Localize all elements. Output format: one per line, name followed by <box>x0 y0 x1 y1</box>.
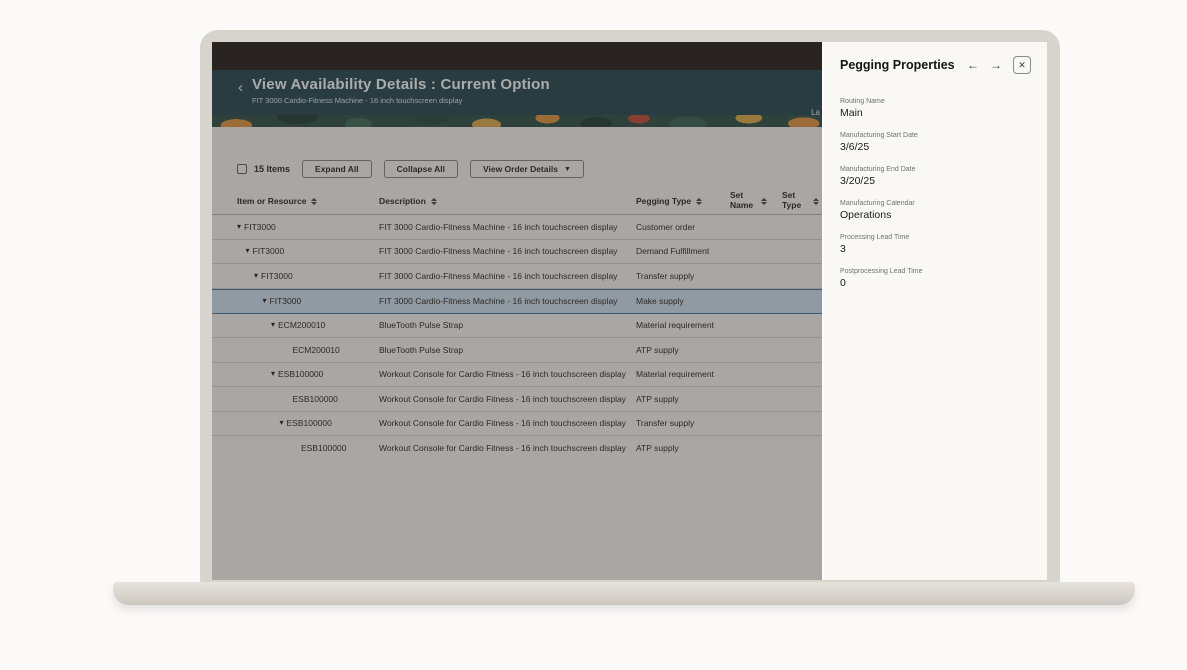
panel-field: Postprocessing Lead Time 0 <box>840 268 1031 289</box>
panel-nav: ← → ✕ <box>967 56 1031 74</box>
panel-field: Manufacturing Calendar Operations <box>840 200 1031 221</box>
panel-title: Pegging Properties <box>840 58 967 72</box>
field-value: Main <box>840 107 1031 119</box>
laptop-base <box>113 582 1135 605</box>
field-value: 3/20/25 <box>840 175 1031 187</box>
next-record-arrow-icon[interactable]: → <box>990 58 1002 72</box>
modal-dim-overlay <box>212 42 822 580</box>
panel-field: Manufacturing End Date 3/20/25 <box>840 166 1031 187</box>
field-value: 3/6/25 <box>840 141 1031 153</box>
panel-header: Pegging Properties ← → ✕ <box>840 56 1031 74</box>
field-label: Manufacturing Start Date <box>840 132 1031 139</box>
panel-close-button[interactable]: ✕ <box>1013 56 1031 74</box>
panel-field: Processing Lead Time 3 <box>840 234 1031 255</box>
close-icon: ✕ <box>1018 60 1026 71</box>
field-label: Manufacturing Calendar <box>840 200 1031 207</box>
previous-record-arrow-icon[interactable]: ← <box>967 58 979 72</box>
field-label: Postprocessing Lead Time <box>840 268 1031 275</box>
laptop-screen-frame: ‹ View Availability Details : Current Op… <box>200 30 1060 582</box>
panel-field: Manufacturing Start Date 3/6/25 <box>840 132 1031 153</box>
field-value: 0 <box>840 277 1031 289</box>
panel-fields: Routing Name Main Manufacturing Start Date… <box>840 98 1031 289</box>
field-value: 3 <box>840 243 1031 255</box>
field-label: Processing Lead Time <box>840 234 1031 241</box>
panel-field: Routing Name Main <box>840 98 1031 119</box>
pegging-properties-panel: Pegging Properties ← → ✕ Routing Name Mai… <box>822 42 1047 580</box>
field-value: Operations <box>840 209 1031 221</box>
screen: ‹ View Availability Details : Current Op… <box>212 42 1047 580</box>
field-label: Routing Name <box>840 98 1031 105</box>
main-app-area: ‹ View Availability Details : Current Op… <box>212 42 822 580</box>
field-label: Manufacturing End Date <box>840 166 1031 173</box>
